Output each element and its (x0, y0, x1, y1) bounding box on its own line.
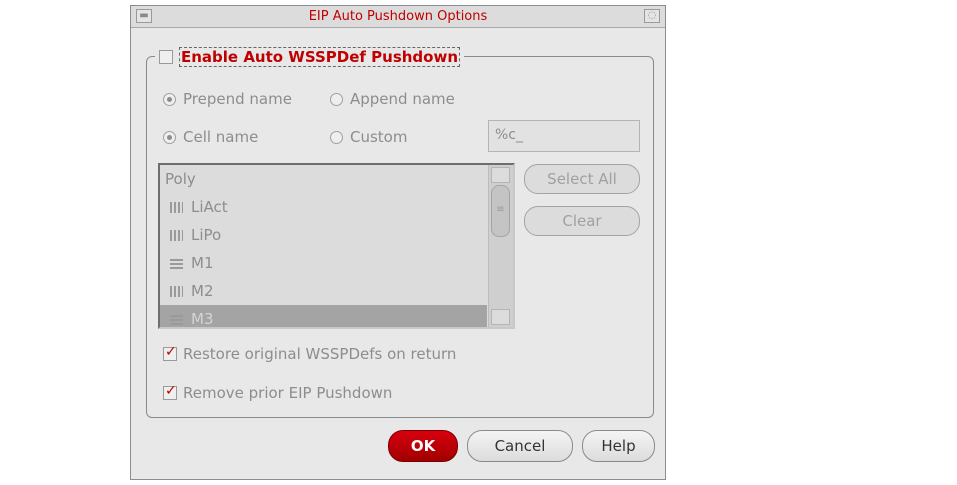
list-item[interactable]: Poly (160, 165, 487, 193)
cell-name-radio[interactable] (163, 130, 176, 144)
list-item[interactable]: M2 (160, 277, 487, 305)
remove-option[interactable]: Remove prior EIP Pushdown (163, 383, 393, 402)
horizontal-stripe-icon (170, 313, 183, 325)
restore-label: Restore original WSSPDefs on return (183, 345, 457, 363)
cell-name-option[interactable]: Cell name (163, 128, 258, 146)
clear-button[interactable]: Clear (524, 206, 640, 236)
restore-checkbox[interactable] (163, 344, 177, 361)
select-all-button[interactable]: Select All (524, 164, 640, 194)
scroll-up-button[interactable] (491, 167, 510, 183)
cell-name-label: Cell name (183, 128, 259, 146)
vertical-stripe-icon (170, 285, 183, 297)
list-item[interactable]: LiAct (160, 193, 487, 221)
prepend-label: Prepend name (183, 90, 292, 108)
vertical-stripe-icon (170, 201, 183, 213)
enable-row: Enable Auto WSSPDef Pushdown (155, 44, 465, 70)
scroll-thumb[interactable]: ≡ (491, 185, 510, 237)
enable-label[interactable]: Enable Auto WSSPDef Pushdown (179, 47, 461, 67)
list-item[interactable]: M1 (160, 249, 487, 277)
custom-radio[interactable] (330, 130, 343, 144)
remove-checkbox[interactable] (163, 383, 177, 400)
append-radio[interactable] (330, 92, 343, 106)
ok-button[interactable]: OK (388, 430, 458, 462)
window-options-icon[interactable]: ◌ (644, 9, 660, 23)
append-option[interactable]: Append name (330, 90, 455, 108)
custom-option[interactable]: Custom (330, 128, 407, 146)
cancel-button[interactable]: Cancel (467, 430, 573, 462)
list-item-selected[interactable]: M3 (160, 305, 487, 327)
list-item[interactable]: LiPo (160, 221, 487, 249)
vertical-stripe-icon (170, 229, 183, 241)
prepend-option[interactable]: Prepend name (163, 90, 292, 108)
remove-label: Remove prior EIP Pushdown (183, 384, 393, 402)
scroll-down-button[interactable] (491, 309, 510, 325)
list-scrollbar[interactable]: ≡ (488, 165, 513, 327)
eip-auto-pushdown-dialog: ▬ EIP Auto Pushdown Options ◌ Enable Aut… (130, 5, 666, 480)
custom-label: Custom (350, 128, 408, 146)
append-label: Append name (350, 90, 455, 108)
title-bar[interactable]: ▬ EIP Auto Pushdown Options ◌ (131, 6, 665, 28)
window-title: EIP Auto Pushdown Options (308, 9, 488, 24)
enable-checkbox[interactable] (159, 50, 173, 64)
prepend-radio[interactable] (163, 92, 176, 106)
horizontal-stripe-icon (170, 257, 183, 269)
restore-option[interactable]: Restore original WSSPDefs on return (163, 344, 457, 363)
layer-list[interactable]: Poly LiAct LiPo M1 M2 M3 ≡ (158, 163, 515, 329)
custom-name-field[interactable]: %c_ (488, 120, 640, 152)
help-button[interactable]: Help (582, 430, 655, 462)
